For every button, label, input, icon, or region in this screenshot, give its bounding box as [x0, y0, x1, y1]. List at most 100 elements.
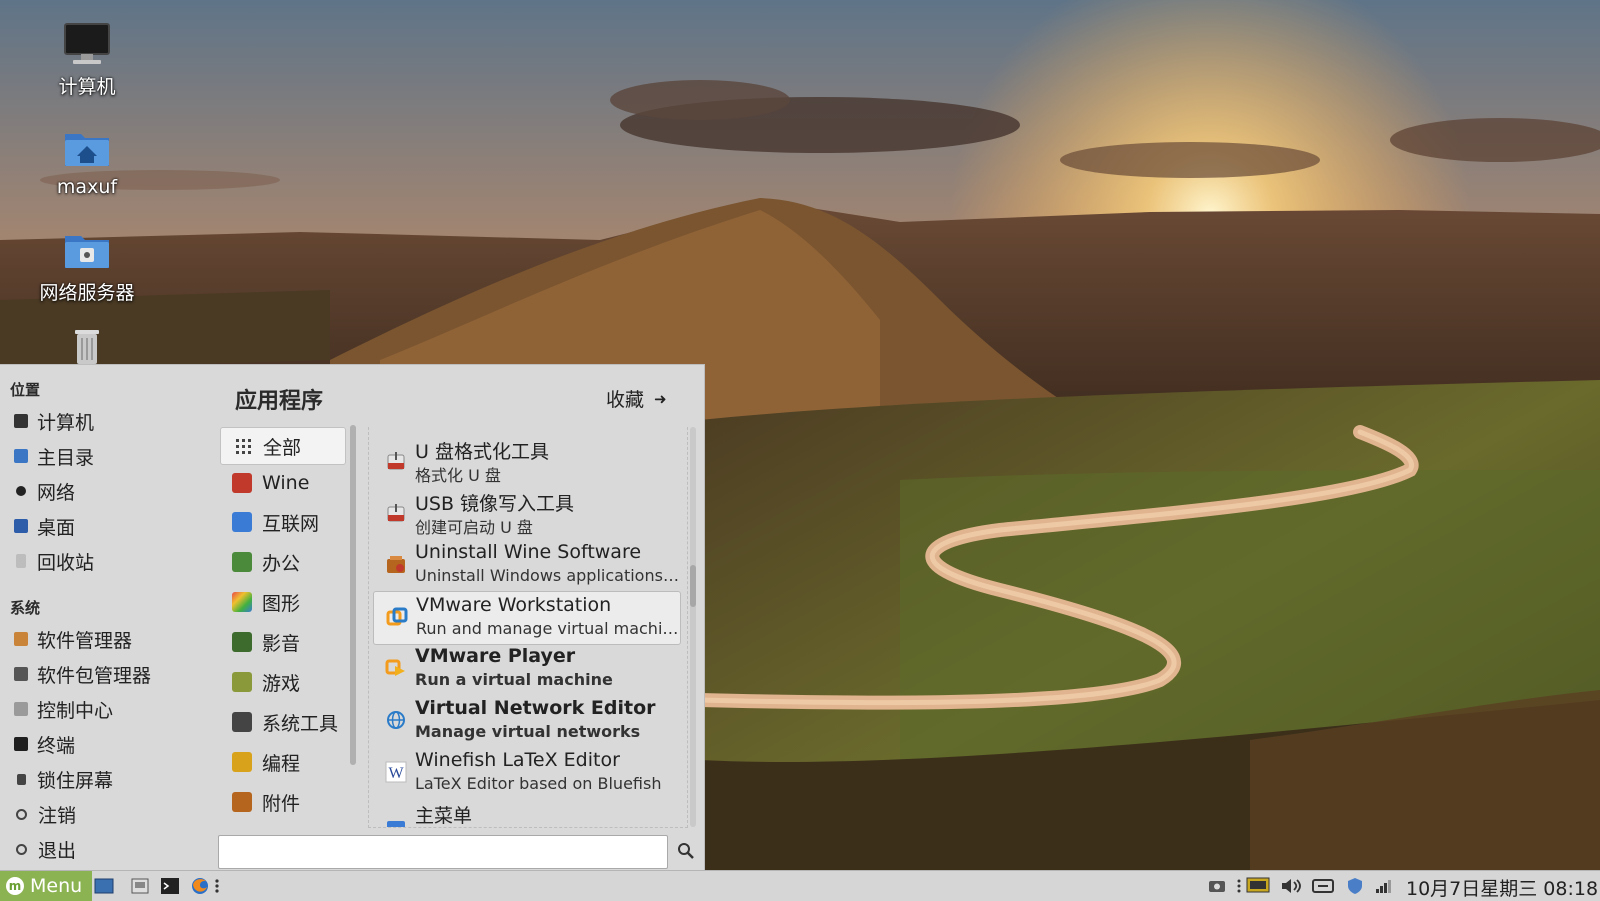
app-description: LaTeX Editor based on Bluefish [415, 774, 679, 793]
system-item-lock-screen[interactable]: 锁住屏幕 [14, 763, 113, 795]
desktop-icon-computer[interactable]: 计算机 [12, 20, 162, 99]
file-manager-icon[interactable] [130, 876, 150, 896]
app-item-virtual-network-editor[interactable]: Virtual Network Editor Manage virtual ne… [373, 695, 679, 747]
system-item-software-manager[interactable]: 软件管理器 [14, 623, 132, 655]
logout-icon [16, 809, 27, 820]
winefish-icon: W [385, 761, 407, 783]
firefox-icon[interactable] [190, 876, 210, 896]
tray-separator-icon [1236, 877, 1242, 895]
app-item-main-menu[interactable]: 主菜单 [373, 799, 679, 828]
category-all[interactable]: 全部 [220, 427, 346, 465]
wine-uninstall-icon [385, 553, 407, 575]
category-label: 全部 [263, 433, 301, 460]
application-scrollbar-thumb[interactable] [690, 565, 696, 607]
place-item-network[interactable]: 网络 [14, 475, 75, 507]
app-name: U 盘格式化工具 [415, 437, 549, 464]
place-item-desktop[interactable]: 桌面 [14, 510, 75, 542]
programming-icon [232, 752, 252, 772]
place-item-label: 桌面 [37, 513, 75, 540]
system-item-label: 软件管理器 [37, 626, 132, 653]
system-item-terminal[interactable]: 终端 [14, 728, 75, 760]
app-description: Uninstall Windows applications ... [415, 566, 679, 585]
menu-button-label: Menu [30, 875, 82, 897]
grid-icon [233, 436, 253, 456]
app-item-usb-format[interactable]: U 盘格式化工具 格式化 U 盘 [373, 435, 679, 487]
category-label: 游戏 [262, 669, 300, 696]
signal-icon[interactable] [1374, 877, 1392, 895]
category-scrollbar[interactable] [350, 425, 356, 765]
desktop-icon-home[interactable]: maxuf [12, 124, 162, 198]
category-label: 办公 [262, 549, 300, 576]
battery-icon[interactable] [1312, 877, 1336, 895]
app-item-usb-writer[interactable]: USB 镜像写入工具 创建可启动 U 盘 [373, 487, 679, 539]
system-item-label: 软件包管理器 [37, 661, 151, 688]
system-item-label: 终端 [37, 731, 75, 758]
search-icon[interactable] [676, 841, 696, 861]
applications-title: 应用程序 [235, 383, 323, 415]
category-graphics[interactable]: 图形 [220, 584, 344, 620]
desktop-icon-network-server[interactable]: 网络服务器 [12, 226, 162, 305]
show-desktop-icon[interactable] [94, 876, 114, 896]
category-scrollbar-thumb[interactable] [350, 425, 356, 765]
category-accessories[interactable]: 附件 [220, 784, 344, 820]
vmware-player-icon [385, 657, 407, 679]
category-label: 系统工具 [262, 709, 338, 736]
favorites-button[interactable]: 收藏 ➜ [606, 385, 667, 412]
category-system-tools[interactable]: 系统工具 [220, 704, 344, 740]
internet-icon [232, 512, 252, 532]
power-icon [16, 844, 27, 855]
place-item-home[interactable]: 主目录 [14, 440, 94, 472]
places-title: 位置 [10, 379, 40, 400]
wine-icon [232, 473, 252, 493]
category-label: 影音 [262, 629, 300, 656]
camera-icon[interactable] [1208, 877, 1226, 895]
overflow-dots-icon[interactable] [214, 876, 220, 896]
place-item-computer[interactable]: 计算机 [14, 405, 94, 437]
system-item-label: 退出 [38, 836, 76, 863]
app-description: Run and manage virtual machines [416, 619, 680, 638]
favorites-label: 收藏 [606, 385, 644, 412]
usb-writer-icon [385, 501, 407, 523]
application-scrollbar[interactable] [690, 427, 696, 827]
linux-mint-logo-icon: m [6, 877, 24, 895]
system-item-package-manager[interactable]: 软件包管理器 [14, 658, 151, 690]
place-item-trash[interactable]: 回收站 [14, 545, 94, 577]
clock[interactable]: 10月7日星期三 08:18 [1406, 874, 1598, 901]
menu-button[interactable]: m Menu [0, 871, 92, 901]
category-games[interactable]: 游戏 [220, 664, 344, 700]
app-description: Manage virtual networks [415, 722, 679, 741]
category-list: 全部 Wine 互联网 办公 图形 影音 游戏 系统工具 [218, 427, 348, 827]
search-input[interactable] [225, 836, 659, 868]
multimedia-icon [232, 632, 252, 652]
category-wine[interactable]: Wine [220, 465, 344, 501]
desktop-icon-label: 计算机 [12, 72, 162, 99]
system-item-logout[interactable]: 注销 [14, 798, 76, 830]
app-name: 主菜单 [415, 801, 472, 828]
terminal-icon[interactable] [160, 876, 180, 896]
place-item-label: 主目录 [37, 443, 94, 470]
main-menu-icon [385, 813, 407, 828]
app-item-uninstall-wine[interactable]: Uninstall Wine Software Uninstall Window… [373, 539, 679, 591]
shield-icon[interactable] [1346, 877, 1364, 895]
svg-text:W: W [388, 765, 404, 782]
volume-icon[interactable] [1280, 877, 1304, 895]
app-item-vmware-workstation[interactable]: VMware Workstation Run and manage virtua… [373, 591, 681, 645]
app-name: VMware Workstation [416, 594, 611, 616]
category-internet[interactable]: 互联网 [220, 504, 344, 540]
app-item-vmware-player[interactable]: VMware Player Run a virtual machine [373, 643, 679, 695]
category-programming[interactable]: 编程 [220, 744, 344, 780]
control-center-icon [14, 702, 28, 716]
category-multimedia[interactable]: 影音 [220, 624, 344, 660]
category-office[interactable]: 办公 [220, 544, 344, 580]
system-item-control-center[interactable]: 控制中心 [14, 693, 113, 725]
graphics-icon [232, 592, 252, 612]
category-label: 图形 [262, 589, 300, 616]
accessories-icon [232, 792, 252, 812]
display-icon[interactable] [1246, 877, 1270, 895]
app-name: Virtual Network Editor [415, 697, 656, 719]
place-item-label: 计算机 [37, 408, 94, 435]
app-description: 创建可启动 U 盘 [415, 514, 679, 538]
system-item-quit[interactable]: 退出 [14, 833, 76, 865]
app-item-winefish[interactable]: W Winefish LaTeX Editor LaTeX Editor bas… [373, 747, 679, 799]
search-field[interactable] [218, 835, 668, 869]
